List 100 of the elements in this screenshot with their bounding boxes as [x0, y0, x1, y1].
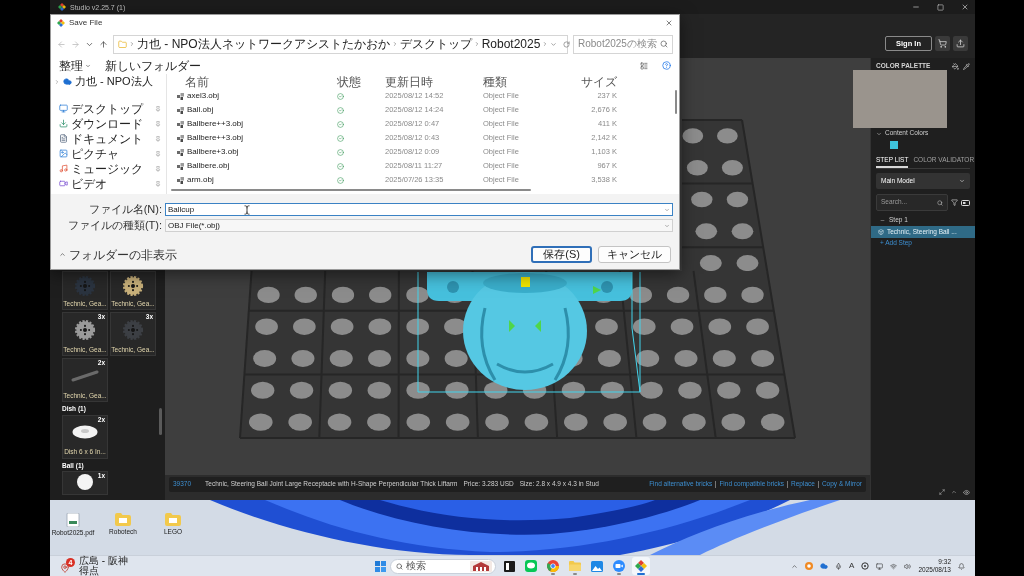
paint-bucket-icon[interactable]: [952, 62, 959, 70]
task-view-icon: [503, 560, 515, 572]
caret-icon[interactable]: [791, 562, 799, 570]
news-caption[interactable]: 得点: [79, 566, 128, 576]
search-field[interactable]: Robot2025の検索: [573, 34, 673, 54]
chevron-right-icon[interactable]: [54, 78, 60, 85]
breadcrumb-item[interactable]: Robot2025: [481, 38, 541, 50]
view-options-icon[interactable]: [640, 61, 648, 70]
document-icon: [59, 134, 68, 143]
text-cursor-icon: [242, 205, 252, 215]
column-header[interactable]: 状態: [337, 75, 385, 88]
file-type-dropdown[interactable]: OBJ File(*.obj): [165, 219, 673, 232]
maximize-icon[interactable]: [937, 3, 944, 11]
scrollbar-thumb[interactable]: [158, 408, 162, 435]
chevron-right-icon: [473, 41, 480, 47]
app-logo-icon: [57, 19, 65, 27]
chevron-right-icon[interactable]: [542, 41, 549, 47]
file-name-field[interactable]: Ballcup: [165, 203, 673, 216]
file-name[interactable]: Ballbere++3.obj: [187, 134, 244, 142]
file-name[interactable]: Ballbere.obj: [187, 162, 230, 170]
file-name[interactable]: Ball.obj: [187, 106, 214, 114]
caret-icon: [959, 178, 965, 184]
object-file-icon: [177, 106, 184, 114]
pin-icon[interactable]: [60, 563, 70, 573]
column-header[interactable]: 更新日時: [385, 75, 483, 88]
nav-item[interactable]: 力也 - NPO法人: [75, 76, 153, 87]
organize-button[interactable]: 整理: [59, 59, 91, 72]
cart-button[interactable]: [935, 36, 950, 51]
column-header[interactable]: 種類: [483, 75, 563, 88]
nav-item[interactable]: デスクトップ: [71, 102, 143, 115]
music-icon: [59, 164, 68, 173]
search-highlight-drawing: [470, 560, 492, 572]
upload-button[interactable]: [953, 36, 968, 51]
pipette-icon[interactable]: [963, 62, 970, 70]
close-icon[interactable]: [665, 19, 673, 27]
dialog-button[interactable]: 保存(S): [531, 246, 592, 263]
caret-icon[interactable]: [550, 40, 558, 48]
app-logo-icon: [635, 560, 647, 572]
color-swatch[interactable]: [890, 141, 898, 149]
speaker-icon[interactable]: [904, 562, 912, 570]
object-file-icon: [177, 176, 184, 184]
nav-item[interactable]: ピクチャ: [71, 147, 119, 160]
download-icon: [59, 119, 68, 128]
cloud-icon: [63, 77, 72, 86]
caret-icon: [59, 251, 66, 258]
breadcrumb-item[interactable]: デスクトップ: [399, 38, 472, 50]
notification-bell-icon[interactable]: [958, 562, 965, 570]
caret-icon[interactable]: [876, 130, 882, 137]
microphone-icon[interactable]: [835, 562, 843, 570]
filter-icon[interactable]: [951, 199, 958, 206]
folder-icon: [569, 561, 581, 571]
circle-icon[interactable]: [805, 562, 814, 570]
toggle-icon[interactable]: [961, 199, 970, 206]
scrollbar-thumb[interactable]: [675, 90, 677, 114]
nav-item[interactable]: ビデオ: [71, 177, 107, 190]
expand-icon[interactable]: [939, 489, 945, 495]
document-file-icon[interactable]: [66, 513, 80, 527]
video-icon: [59, 179, 68, 188]
column-header[interactable]: サイズ: [563, 75, 617, 88]
folder-icon: [118, 39, 127, 49]
column-header[interactable]: 名前: [167, 75, 337, 88]
start-icon[interactable]: [375, 560, 386, 572]
nav-item[interactable]: ドキュメント: [71, 132, 143, 145]
hide-folders-button[interactable]: フォルダーの非表示: [59, 248, 177, 261]
cart-icon: [938, 39, 947, 48]
file-name[interactable]: Ballbere++3.obj: [187, 120, 244, 128]
new-folder-button[interactable]: 新しいフォルダー: [105, 59, 201, 72]
dialog-title: Save File: [69, 19, 103, 27]
nav-item[interactable]: ミュージック: [71, 162, 143, 175]
video-camera-icon: [613, 560, 625, 572]
minimize-icon[interactable]: [912, 3, 920, 11]
help-icon[interactable]: [662, 61, 671, 70]
caret-icon: [85, 62, 91, 69]
running-indicator: [637, 573, 645, 575]
caret-icon[interactable]: [664, 206, 670, 213]
file-name[interactable]: arm.obj: [187, 176, 214, 184]
file-name[interactable]: axel3.obj: [187, 92, 220, 100]
caret-icon[interactable]: [951, 489, 957, 495]
breadcrumb-item[interactable]: 力也 - NPO法人ネットワークアシストたかおか: [137, 38, 390, 50]
ring-icon[interactable]: [861, 562, 870, 570]
news-headline[interactable]: 広島 - 阪神: [79, 556, 128, 566]
dialog-button[interactable]: キャンセル: [598, 246, 671, 263]
ball-icon: [77, 474, 93, 490]
picture-app-icon: [591, 560, 603, 572]
refresh-icon[interactable]: [563, 40, 571, 48]
collapse-icon[interactable]: [880, 218, 885, 223]
object-file-icon: [177, 134, 184, 142]
cloud-icon[interactable]: [820, 562, 829, 570]
display-icon[interactable]: [876, 562, 884, 570]
running-indicator: [617, 573, 621, 575]
object-file-icon: [177, 162, 184, 170]
input-method-indicator[interactable]: A: [849, 562, 855, 570]
up-arrow-icon[interactable]: [99, 39, 108, 49]
address-bar[interactable]: 力也 - NPO法人ネットワークアシストたかおか デスクトップ Robot2025: [113, 34, 568, 54]
wifi-icon[interactable]: [890, 562, 898, 570]
eye-icon[interactable]: [963, 488, 970, 496]
taskbar-search-field[interactable]: 検索: [390, 558, 496, 574]
scrollbar-thumb[interactable]: [171, 189, 531, 191]
file-name[interactable]: Ballbere+3.obj: [187, 148, 239, 156]
nav-item[interactable]: ダウンロード: [71, 117, 143, 130]
